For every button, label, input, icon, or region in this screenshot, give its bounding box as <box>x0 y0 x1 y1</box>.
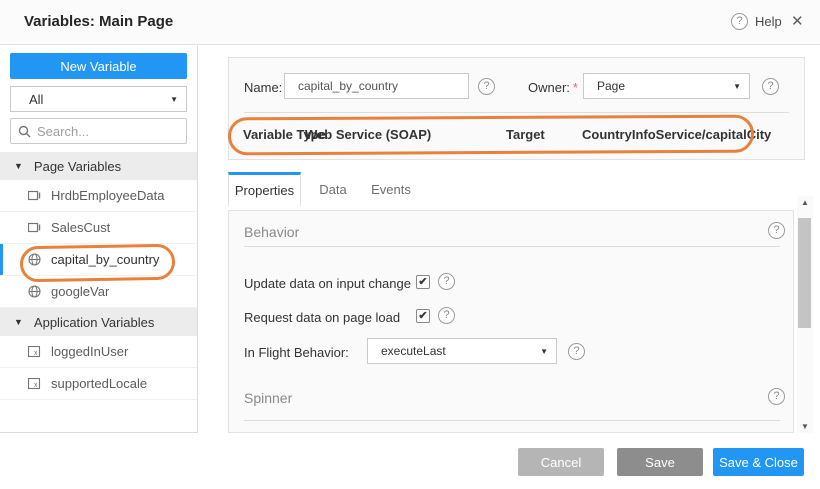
section-application-variables[interactable]: ▼ Application Variables <box>0 308 197 336</box>
variable-filter-select[interactable]: All ▼ <box>10 86 187 112</box>
name-help-icon[interactable]: ? <box>478 78 495 95</box>
help-label: Help <box>755 14 782 29</box>
service-icon <box>28 222 41 234</box>
sidebar-item-loggedinuser[interactable]: x loggedInUser <box>0 336 197 368</box>
target-label: Target <box>506 127 545 142</box>
search-icon <box>18 125 31 138</box>
page-title: Variables: Main Page <box>24 13 173 30</box>
scrollbar-thumb[interactable] <box>798 218 811 328</box>
variable-label: supportedLocale <box>51 376 147 391</box>
variable-label: HrdbEmployeeData <box>51 188 164 203</box>
variable-type-value: Web Service (SOAP) <box>305 127 431 142</box>
globe-icon <box>28 285 41 298</box>
chevron-down-icon: ▼ <box>170 95 178 104</box>
form-divider <box>244 112 789 113</box>
variable-label: loggedInUser <box>51 344 128 359</box>
sidebar-item-salescust[interactable]: SalesCust <box>0 212 197 244</box>
collapse-caret-icon: ▼ <box>14 317 23 327</box>
tab-events[interactable]: Events <box>366 172 416 206</box>
scroll-up-icon[interactable]: ▲ <box>800 198 810 207</box>
spinner-divider <box>244 420 780 421</box>
filter-value: All <box>29 92 43 107</box>
cancel-button[interactable]: Cancel <box>518 448 604 476</box>
local-storage-icon: x <box>28 378 41 390</box>
in-flight-value: executeLast <box>381 344 446 358</box>
sidebar-item-capital-by-country[interactable]: capital_by_country <box>0 244 197 276</box>
request-on-load-label: Request data on page load <box>244 310 400 325</box>
spinner-section-title: Spinner <box>244 390 292 406</box>
target-value: CountryInfoService/capitalCity <box>582 127 771 142</box>
in-flight-select[interactable]: executeLast ▼ <box>367 338 557 364</box>
spinner-help-icon[interactable]: ? <box>768 388 785 405</box>
save-button[interactable]: Save <box>617 448 703 476</box>
globe-icon <box>28 253 41 266</box>
owner-help-icon[interactable]: ? <box>762 78 779 95</box>
service-icon <box>28 190 41 202</box>
close-icon[interactable]: ✕ <box>791 12 804 30</box>
panel-scrollbar[interactable]: ▲ ▼ <box>797 196 813 433</box>
chevron-down-icon: ▼ <box>733 82 741 91</box>
tab-properties[interactable]: Properties <box>228 172 301 206</box>
scroll-down-icon[interactable]: ▼ <box>800 422 810 431</box>
save-and-close-button[interactable]: Save & Close <box>713 448 804 476</box>
search-box[interactable] <box>10 118 187 144</box>
sidebar-item-supportedlocale[interactable]: x supportedLocale <box>0 368 197 400</box>
help-button[interactable]: ? Help <box>731 13 782 30</box>
svg-text:x: x <box>34 382 38 389</box>
name-input[interactable] <box>284 73 469 99</box>
variable-label: googleVar <box>51 284 109 299</box>
collapse-caret-icon: ▼ <box>14 161 23 171</box>
variables-sidebar: New Variable All ▼ ▼ Page Variables Hrdb… <box>0 46 198 433</box>
sidebar-item-hrdbemployeedata[interactable]: HrdbEmployeeData <box>0 180 197 212</box>
tab-data[interactable]: Data <box>312 172 354 206</box>
required-asterisk: * <box>573 80 578 95</box>
owner-select[interactable]: Page ▼ <box>583 73 750 99</box>
request-on-load-help-icon[interactable]: ? <box>438 307 455 324</box>
request-on-load-checkbox[interactable]: ✔ <box>416 309 430 323</box>
help-question-icon: ? <box>731 13 748 30</box>
owner-value: Page <box>597 79 625 93</box>
section-page-variables[interactable]: ▼ Page Variables <box>0 152 197 180</box>
in-flight-label: In Flight Behavior: <box>244 345 349 360</box>
new-variable-button[interactable]: New Variable <box>10 53 187 79</box>
behavior-help-icon[interactable]: ? <box>768 222 785 239</box>
search-input[interactable] <box>37 124 167 139</box>
section-label: Application Variables <box>34 315 154 330</box>
in-flight-help-icon[interactable]: ? <box>568 343 585 360</box>
update-on-input-checkbox[interactable]: ✔ <box>416 275 430 289</box>
update-on-input-label: Update data on input change <box>244 276 411 291</box>
variable-label: capital_by_country <box>51 252 159 267</box>
behavior-divider <box>244 246 780 247</box>
section-label: Page Variables <box>34 159 121 174</box>
local-storage-icon: x <box>28 346 41 358</box>
svg-text:x: x <box>34 350 38 357</box>
owner-label: Owner:* <box>528 80 578 95</box>
variable-label: SalesCust <box>51 220 110 235</box>
sidebar-item-googlevar[interactable]: googleVar <box>0 276 197 308</box>
behavior-section-title: Behavior <box>244 224 299 240</box>
chevron-down-icon: ▼ <box>540 347 548 356</box>
update-on-input-help-icon[interactable]: ? <box>438 273 455 290</box>
